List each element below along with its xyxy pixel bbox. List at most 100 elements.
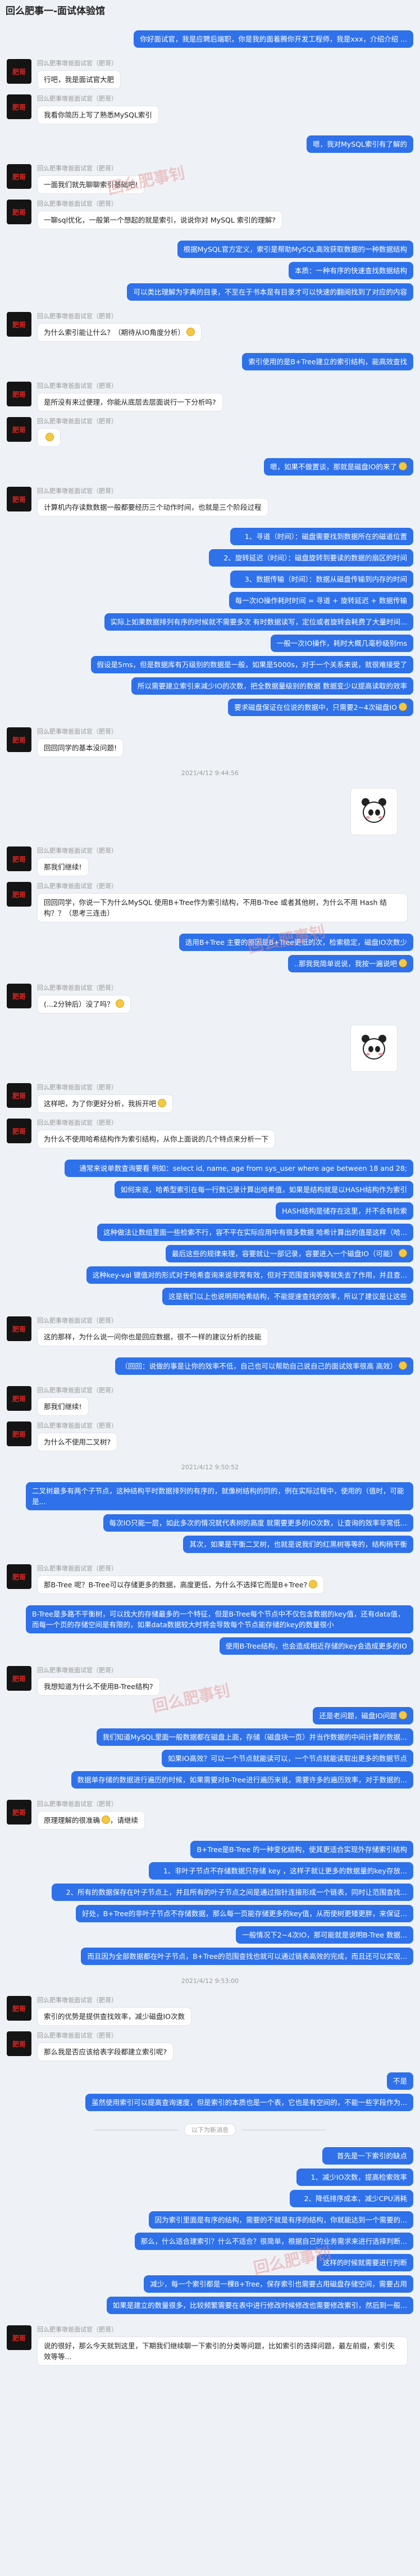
message-bubble[interactable]: 原理理解的很准确 ，请继续 bbox=[37, 1811, 145, 1830]
avatar[interactable]: 肥哥 bbox=[7, 1083, 31, 1108]
message-bubble[interactable]: 我们知道MySQL里面一般数据都在磁盘上面，存储（磁盘块一页）并当作数据的中间计… bbox=[96, 1728, 413, 1746]
message-bubble[interactable]: B-Tree是多路不平衡树，可以找大的存储最多的一个特征，但是B-Tree每个节… bbox=[26, 1605, 413, 1633]
message-bubble[interactable]: ..那我我简单说说，我按一遍说吧 bbox=[288, 955, 413, 972]
message-bubble[interactable]: 计算机内存读数数据一般都要经历三个动作时间，也就是三个阶段过程 bbox=[37, 498, 268, 517]
message-bubble[interactable]: 使用B-Tree结构，也会造成相近存储的key会造成更多的IO bbox=[219, 1637, 413, 1655]
message-bubble[interactable]: 二叉树最多有两个子节点，这种结构平时数据排列的有序的，就像树结构的同的，例在实际… bbox=[26, 1482, 413, 1510]
avatar[interactable]: 肥哥 bbox=[7, 1996, 31, 2021]
avatar[interactable]: 肥哥 bbox=[7, 846, 31, 871]
message-bubble[interactable]: 索引的优势是提供查找效率，减少磁盘IO次数 bbox=[37, 2007, 192, 2026]
message-bubble[interactable]: 还是老问题，磁盘IO问题 bbox=[313, 1707, 413, 1724]
message-bubble[interactable]: 回回同学的基本没问题! bbox=[37, 739, 124, 757]
message-bubble[interactable]: 每一次IO操作耗时时间 = 寻道 + 旋转延迟 + 数据传输 bbox=[229, 592, 413, 609]
message-bubble[interactable]: 那我们继续! bbox=[37, 1397, 89, 1416]
avatar[interactable]: 肥哥 bbox=[7, 417, 31, 442]
message-text: 1、减少IO次数，提高检索效率 bbox=[311, 2173, 407, 2181]
message-bubble[interactable]: 因为索引里面是有序的结构，需要的不就是有序的结构，你就能达到一个需要的... bbox=[148, 2211, 413, 2229]
message-bubble[interactable]: 为什么不使用哈希结构作为索引结构，从你上面说的几个特点来分析一下 bbox=[37, 1130, 276, 1148]
message-bubble[interactable]: 根据MySQL官方定义，索引是帮助MySQL高效获取数据的一种数据结构 bbox=[177, 241, 413, 258]
avatar[interactable]: 肥哥 bbox=[7, 2325, 31, 2350]
avatar[interactable]: 肥哥 bbox=[7, 382, 31, 406]
message-bubble[interactable]: 如果IO高效？可以一个节点就能读可以，一个节点就能读取出更多的数据节点 bbox=[161, 1750, 413, 1767]
message-bubble[interactable]: 其次，如果是平衡二叉树，也就是说我们的红黑树等等的，结构稍平衡 bbox=[183, 1536, 413, 1553]
avatar[interactable]: 肥哥 bbox=[7, 59, 31, 84]
message-bubble[interactable]: 你好面试官，我是应聘后端职，你是我的面着腾你开发工程师，我是xxx，介绍介绍 .… bbox=[134, 30, 413, 48]
message-bubble[interactable]: 为什么索引能让什么？（期待从IO角度分析） bbox=[37, 323, 202, 342]
message-bubble[interactable]: 我看你简历上写了熟悉MySQL索引 bbox=[37, 106, 159, 124]
avatar[interactable]: 肥哥 bbox=[7, 94, 31, 119]
message-bubble[interactable]: 首先是一下索引的缺点 bbox=[322, 2147, 413, 2165]
message-bubble[interactable]: （回回：说做的事是让你的效率不低，自己也可以帮助自己说自己的面试效率很高 高效） bbox=[115, 1357, 413, 1375]
message-bubble[interactable]: 这是我们以上也说明用哈希结构，不能提速查找的效率，所以了建议是让这些 bbox=[162, 1288, 413, 1305]
message-bubble[interactable]: 我想知道为什么不使用B-Tree结构? bbox=[37, 1677, 160, 1696]
avatar[interactable]: 肥哥 bbox=[7, 487, 31, 511]
message-bubble[interactable]: 通常来说单数查询要看 例如：select id, name, age from … bbox=[65, 1160, 413, 1177]
message-bubble[interactable]: 如果是建立的数量很多，比较频繁需要在表中进行修改时候修改也需要修改索引，然后到一… bbox=[106, 2297, 413, 2314]
message-bubble[interactable]: 一面我们就先聊聊索引基础吧! bbox=[37, 175, 145, 194]
message-bubble[interactable]: 这的那样，为什么说一问你也是回应数据，很不一样的建议分析的技能 bbox=[37, 1328, 268, 1346]
avatar[interactable]: 肥哥 bbox=[7, 2031, 31, 2056]
message-bubble[interactable]: 最后这些的规律来理，容要就让一部记录，容要进入一个磁盘IO（可能） bbox=[165, 1245, 413, 1262]
avatar[interactable]: 肥哥 bbox=[7, 1800, 31, 1825]
message-bubble[interactable]: 1、非叶子节点不存储数据只存储 key ，这样子就让更多的数据量的key存放..… bbox=[148, 1862, 413, 1880]
message-bubble[interactable]: 本质：一种有序的快速查找数据结构 bbox=[288, 262, 413, 279]
avatar[interactable]: 肥哥 bbox=[7, 1316, 31, 1341]
message-bubble[interactable]: 一聊sql优化，一般第一个想起的就是索引，说说你对 MySQL 索引的理解? bbox=[37, 211, 282, 229]
avatar[interactable]: 肥哥 bbox=[7, 882, 31, 907]
avatar[interactable]: 肥哥 bbox=[7, 1421, 31, 1446]
message-bubble[interactable]: 如何来说，哈希型索引在每一行数记录计算出哈希值，如果是结构就是以HASH结构作为… bbox=[114, 1181, 413, 1198]
avatar[interactable]: 肥哥 bbox=[7, 984, 31, 1008]
message-bubble[interactable]: 这样吧，为了你更好分析，我拆开吧 bbox=[37, 1094, 174, 1113]
message-bubble[interactable]: HASH结构是储存在这里，并不会有检索 bbox=[276, 1202, 413, 1220]
message-bubble[interactable]: 实际上如果数据排列有序的时候就不需要多次 有时数据读写，定位或者旋转会耗费了大量… bbox=[104, 613, 413, 631]
message-bubble[interactable]: 减少，每一个索引都是一棵B+Tree，保存索引也需要占用磁盘存储空间，需要占用 bbox=[144, 2275, 413, 2293]
message-bubble[interactable]: 可以类比理解为字典的目录，不至在于书本是有目录才可以快速的翻阅找到了对应的内容 bbox=[127, 283, 413, 301]
message-bubble[interactable]: 那么，什么适合建索引？什么不适合？很简单，根据自己的业务需求来进行选择判断... bbox=[134, 2233, 413, 2250]
message-bubble[interactable]: 为什么不使用二叉树? bbox=[37, 1433, 118, 1451]
message-bubble[interactable]: 回回同学，你说一下为什么MySQL 使用B+Tree作为索引结构，不用B-Tre… bbox=[37, 893, 408, 922]
message-bubble[interactable]: 虽然使用索引可以提高查询速度，但是索引的本质也是一个表，它也是有空间的，不能一些… bbox=[85, 2094, 413, 2111]
message-bubble[interactable]: 索引使用的是B+Tree建立的索引结构，能高效查找 bbox=[242, 353, 413, 370]
message-bubble[interactable]: 这种做法让数组里面一些检索不行，容不平在实际应用中有很多数据 哈希计算出的值是这… bbox=[97, 1224, 413, 1241]
avatar[interactable]: 肥哥 bbox=[7, 164, 31, 189]
avatar[interactable]: 肥哥 bbox=[7, 200, 31, 224]
message-bubble[interactable]: 假设是5ms，但是数据库有万级别的数据是一般，如果是5000s，对于一个关系来说… bbox=[90, 656, 413, 673]
message-bubble[interactable]: 数据单存储的数据进行遍历的时候，如果需要对B-Tree进行遍历来说，需要许多的遍… bbox=[71, 1771, 413, 1789]
message-bubble[interactable]: 一般一次IO操作，耗时大概几毫秒级别ms bbox=[270, 635, 413, 652]
message-bubble[interactable]: 不是 bbox=[386, 2072, 413, 2090]
avatar[interactable]: 肥哥 bbox=[7, 1666, 31, 1691]
message-bubble[interactable]: 那我们继续! bbox=[37, 858, 89, 876]
message-bubble[interactable]: 要求磁盘保证在位说的数据中，只需要2~4次磁盘IO bbox=[228, 699, 413, 716]
avatar[interactable]: 肥哥 bbox=[7, 1386, 31, 1411]
message-body: 回么肥事墩爸面试官（肥哥） 为什么索引能让什么？（期待从IO角度分析） bbox=[37, 312, 202, 342]
message-bubble[interactable]: 2、旋转延迟（时间）：磁盘旋转到要读的数据的扇区的时间 bbox=[209, 549, 413, 567]
message-bubble[interactable]: B+Tree是B-Tree 的一种变化结构，使其更适合实现外存储索引结构 bbox=[190, 1841, 413, 1858]
message-bubble[interactable]: 嗯，如果不做置谈，那就是磁盘IO的来了 bbox=[263, 458, 413, 476]
message-bubble[interactable]: 3、数据传输（时间）：数据从磁盘传输到内存的时间 bbox=[230, 571, 413, 588]
message-bubble[interactable]: 所以需要建立索引来减少IO的次数，把全数据量级别的数据 数据变少以提高读取的效率 bbox=[131, 677, 413, 695]
message-bubble[interactable]: 是所没有来过便理，你能从底层去层面说行一下分析吗? bbox=[37, 393, 223, 411]
message-bubble[interactable]: 2、降低排序成本，减少CPU消耗 bbox=[289, 2190, 413, 2207]
message-bubble[interactable]: 好处，B+Tree的非叶子节点不存储数据，那么每一页能存储更多的key值，从而使… bbox=[76, 1905, 413, 1922]
avatar[interactable]: 肥哥 bbox=[7, 1119, 31, 1143]
message-bubble[interactable]: 嗯，我对MySQL索引有了解的 bbox=[307, 135, 413, 153]
message-bubble[interactable]: 那B-Tree 呢？B-Tree可以存储更多的数据，高度更低，为什么不选择它而是… bbox=[37, 1576, 325, 1594]
message-bubble[interactable]: (...2分钟后）没了吗？ bbox=[37, 995, 131, 1013]
message-bubble[interactable]: 选用B+Tree 主要的原因是B+Tree更低的次，检索稳定，磁盘IO次数少 bbox=[179, 934, 413, 951]
message-right: B+Tree是B-Tree 的一种变化结构，使其更适合实现外存储索引结构 bbox=[7, 1841, 413, 1858]
avatar[interactable]: 肥哥 bbox=[7, 1564, 31, 1589]
message-bubble[interactable]: 这种key-val 键值对的形式对于哈希查询来说非常有效，但对于范围查询等等就失… bbox=[86, 1266, 413, 1284]
message-bubble[interactable]: 1、寻道（时间）：磁盘需要找到数据所在的磁道位置 bbox=[230, 528, 413, 545]
message-bubble[interactable]: 2、所有的数据保存在叶子节点上，并且所有的叶子节点之间是通过指针连接形成一个链表… bbox=[51, 1884, 413, 1901]
message-bubble[interactable] bbox=[37, 428, 61, 447]
avatar[interactable]: 肥哥 bbox=[7, 727, 31, 752]
message-bubble[interactable]: 那么我是否应该给表字段都建立索引呢? bbox=[37, 2043, 174, 2061]
message-bubble[interactable]: 而且因为全部数据都在叶子节点，B+Tree的范围查找也就可以通过链表高效的完成，… bbox=[81, 1948, 413, 1965]
message-bubble[interactable]: 一般情况下2~4次IO，那可能就是说明B-Tree 数据... bbox=[236, 1926, 413, 1944]
message-bubble[interactable]: 1、减少IO次数，提高检索效率 bbox=[296, 2168, 413, 2186]
message-bubble[interactable]: 这样的时候就需要进行判断 bbox=[316, 2254, 413, 2271]
message-bubble[interactable]: 每次IO只能一层，如此多次的情况就代表树的高度 就需要更多的IO次数，让查询的效… bbox=[103, 1514, 413, 1532]
message-bubble[interactable]: 说的很好，那么今天就到这里，下期我们继续聊一下索引的分类等问题，比如索引的选择问… bbox=[37, 2337, 408, 2366]
avatar[interactable]: 肥哥 bbox=[7, 312, 31, 337]
message-bubble[interactable]: 行吧，我是面试官大肥 bbox=[37, 70, 121, 89]
